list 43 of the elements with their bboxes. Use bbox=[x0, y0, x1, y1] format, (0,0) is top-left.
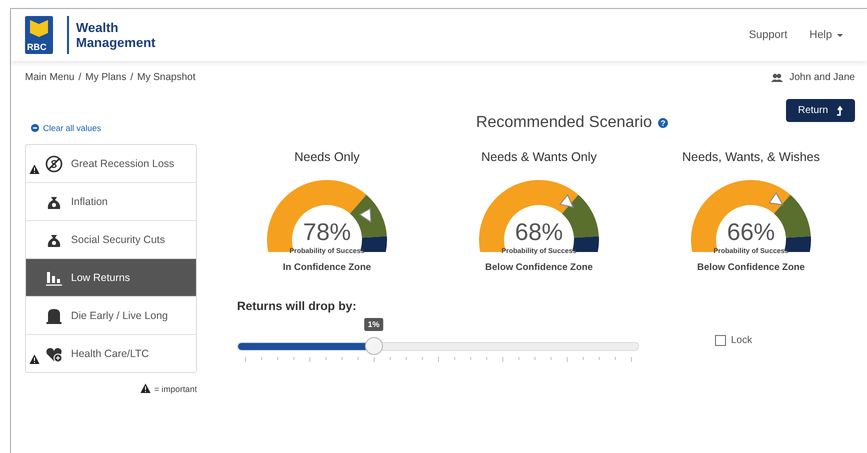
help-dropdown[interactable]: Help bbox=[809, 29, 843, 41]
zone-label: In Confidence Zone bbox=[282, 262, 372, 273]
slider-thumb[interactable] bbox=[364, 337, 383, 355]
gauge-value: 68% bbox=[514, 219, 564, 247]
gauge-title: Needs Only bbox=[294, 150, 360, 164]
slider-track[interactable] bbox=[237, 342, 639, 350]
clear-values-link[interactable]: Clear all values bbox=[31, 123, 197, 133]
gauge-value: 78% bbox=[302, 219, 352, 247]
scenario-item[interactable]: Great Recession Loss bbox=[26, 145, 196, 183]
section-title: Recommended Scenario bbox=[476, 114, 652, 132]
help-icon[interactable]: ? bbox=[658, 118, 668, 128]
minus-circle-icon bbox=[31, 124, 39, 132]
breadcrumb-link[interactable]: My Plans bbox=[85, 72, 126, 83]
logo-text: RBC bbox=[27, 42, 46, 52]
lock-checkbox[interactable]: Lock bbox=[715, 335, 752, 346]
gauge-title: Needs & Wants Only bbox=[481, 150, 597, 164]
return-button[interactable]: Return bbox=[786, 99, 855, 122]
breadcrumb-separator: / bbox=[78, 72, 82, 83]
breadcrumb-separator: / bbox=[130, 72, 134, 83]
scenario-item[interactable]: Low Returns bbox=[26, 259, 196, 297]
scenario-item[interactable]: Health Care/LTC bbox=[26, 335, 196, 372]
no-dollar-icon bbox=[45, 154, 63, 172]
gauge-value: 66% bbox=[726, 219, 776, 247]
value-tooltip: 1% bbox=[364, 318, 384, 331]
zone-label: Below Confidence Zone bbox=[697, 262, 805, 273]
shield-icon bbox=[30, 20, 48, 37]
slider-label: Returns will drop by: bbox=[237, 299, 358, 313]
tombstone-icon bbox=[45, 306, 63, 324]
breadcrumb-link[interactable]: Main Menu bbox=[25, 72, 74, 83]
warning-icon bbox=[140, 383, 152, 394]
brand-text: Wealth bbox=[76, 20, 120, 35]
scenario-item[interactable]: Die Early / Live Long bbox=[26, 297, 196, 335]
gauge-title: Needs, Wants, & Wishes bbox=[682, 150, 820, 164]
users-icon bbox=[771, 73, 784, 82]
return-arrow-icon bbox=[835, 106, 843, 116]
caret-icon bbox=[837, 34, 843, 36]
breadcrumb-link[interactable]: My Snapshot bbox=[137, 72, 196, 83]
brand-text: Management bbox=[76, 35, 156, 50]
user-name: John and Jane bbox=[789, 72, 855, 83]
nav-link[interactable]: Support bbox=[748, 29, 788, 41]
legend-text: = important bbox=[154, 384, 197, 394]
zone-label: Below Confidence Zone bbox=[485, 262, 593, 273]
scenario-item[interactable]: Inflation bbox=[26, 183, 196, 221]
